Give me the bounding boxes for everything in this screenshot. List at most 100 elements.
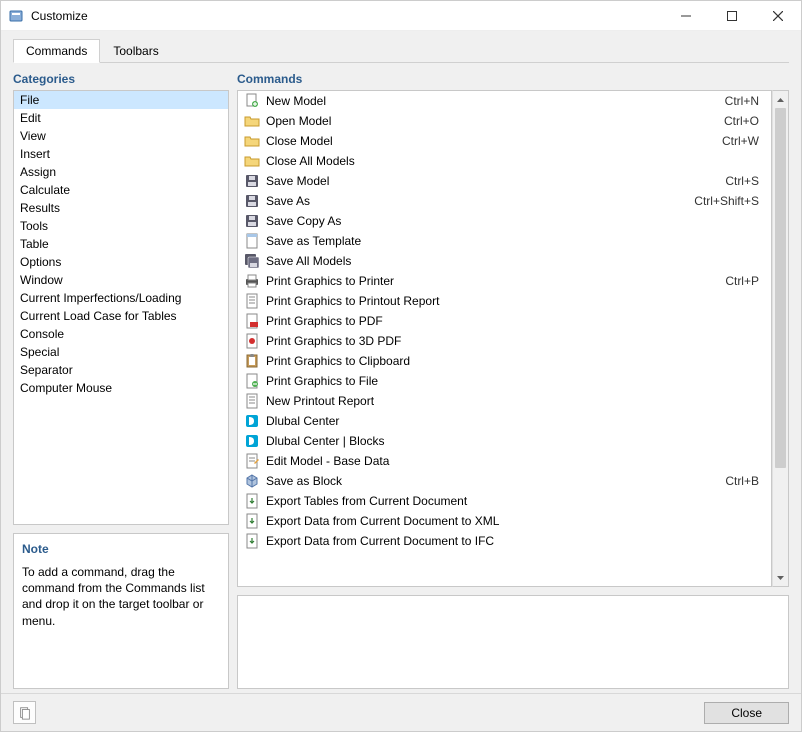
command-label: Print Graphics to File <box>266 374 763 388</box>
folder-open-icon <box>244 153 260 169</box>
categories-list[interactable]: FileEditViewInsertAssignCalculateResults… <box>13 90 229 525</box>
dlubal-icon <box>244 433 260 449</box>
command-label: Save As <box>266 194 688 208</box>
folder-open-icon <box>244 133 260 149</box>
command-label: Export Data from Current Document to XML <box>266 514 763 528</box>
right-column: Commands New ModelCtrl+NOpen ModelCtrl+O… <box>237 70 789 689</box>
commands-list[interactable]: New ModelCtrl+NOpen ModelCtrl+OClose Mod… <box>237 90 772 587</box>
category-item[interactable]: Table <box>14 235 228 253</box>
command-item[interactable]: Close ModelCtrl+W <box>238 131 769 151</box>
category-item[interactable]: Assign <box>14 163 228 181</box>
tab-strip: CommandsToolbars <box>1 31 801 63</box>
command-item[interactable]: Dlubal Center | Blocks <box>238 431 769 451</box>
command-item[interactable]: Export Data from Current Document to IFC <box>238 531 769 551</box>
command-item[interactable]: Save Copy As <box>238 211 769 231</box>
doc-edit-icon <box>244 453 260 469</box>
clipboard-icon <box>18 706 32 720</box>
disk-multi-icon <box>244 253 260 269</box>
command-item[interactable]: Open ModelCtrl+O <box>238 111 769 131</box>
category-item[interactable]: Calculate <box>14 181 228 199</box>
scroll-down-button[interactable] <box>773 569 788 586</box>
dialog-body: CommandsToolbars Categories FileEditView… <box>1 31 801 731</box>
command-item[interactable]: Print Graphics to Printer Ctrl+P <box>238 271 769 291</box>
command-item[interactable]: Print Graphics to 3D PDF <box>238 331 769 351</box>
category-item[interactable]: Results <box>14 199 228 217</box>
command-label: Save as Block <box>266 474 719 488</box>
command-item[interactable]: Save As Ctrl+Shift+S <box>238 191 769 211</box>
export-icon <box>244 513 260 529</box>
command-item[interactable]: Close All Models <box>238 151 769 171</box>
command-label: Print Graphics to 3D PDF <box>266 334 763 348</box>
command-shortcut: Ctrl+P <box>725 274 763 288</box>
command-label: Open Model <box>266 114 718 128</box>
commands-scrollbar[interactable] <box>772 90 789 587</box>
minimize-button[interactable] <box>663 1 709 31</box>
command-item[interactable]: New Printout Report <box>238 391 769 411</box>
category-item[interactable]: Console <box>14 325 228 343</box>
doc-pdf-icon <box>244 313 260 329</box>
tab-commands[interactable]: Commands <box>13 39 100 63</box>
command-label: Save Copy As <box>266 214 763 228</box>
category-item[interactable]: Current Load Case for Tables <box>14 307 228 325</box>
command-shortcut: Ctrl+B <box>725 474 763 488</box>
command-item[interactable]: Export Data from Current Document to XML <box>238 511 769 531</box>
command-item[interactable]: New ModelCtrl+N <box>238 91 769 111</box>
category-item[interactable]: View <box>14 127 228 145</box>
category-item[interactable]: Separator <box>14 361 228 379</box>
command-item[interactable]: Edit Model - Base Data <box>238 451 769 471</box>
category-item[interactable]: File <box>14 91 228 109</box>
customize-dialog: Customize CommandsToolbars Categories Fi… <box>0 0 802 732</box>
category-item[interactable]: Options <box>14 253 228 271</box>
command-label: Save All Models <box>266 254 763 268</box>
command-item[interactable]: Save ModelCtrl+S <box>238 171 769 191</box>
commands-header: Commands <box>237 70 789 90</box>
command-shortcut: Ctrl+W <box>722 134 763 148</box>
doc-3d-icon <box>244 333 260 349</box>
category-item[interactable]: Edit <box>14 109 228 127</box>
command-label: Save Model <box>266 174 719 188</box>
note-text: To add a command, drag the command from … <box>22 564 220 629</box>
command-item[interactable]: Print Graphics to PDF <box>238 311 769 331</box>
disk-icon <box>244 173 260 189</box>
window-title: Customize <box>31 9 663 23</box>
doc-file-icon <box>244 373 260 389</box>
command-item[interactable]: Print Graphics to Clipboard <box>238 351 769 371</box>
command-item[interactable]: Save All Models <box>238 251 769 271</box>
app-icon <box>9 8 25 24</box>
tab-toolbars[interactable]: Toolbars <box>100 39 171 63</box>
note-header: Note <box>22 542 220 558</box>
content-area: Categories FileEditViewInsertAssignCalcu… <box>1 64 801 693</box>
command-item[interactable]: Export Tables from Current Document <box>238 491 769 511</box>
category-item[interactable]: Tools <box>14 217 228 235</box>
command-item[interactable]: Print Graphics to Printout Report <box>238 291 769 311</box>
category-item[interactable]: Computer Mouse <box>14 379 228 397</box>
command-item[interactable]: Print Graphics to File <box>238 371 769 391</box>
command-item[interactable]: Save as Block Ctrl+B <box>238 471 769 491</box>
command-label: Print Graphics to PDF <box>266 314 763 328</box>
category-item[interactable]: Current Imperfections/Loading <box>14 289 228 307</box>
minimize-icon <box>681 11 691 21</box>
scroll-thumb[interactable] <box>775 108 786 468</box>
command-label: New Printout Report <box>266 394 763 408</box>
command-item[interactable]: Save as Template <box>238 231 769 251</box>
category-item[interactable]: Window <box>14 271 228 289</box>
maximize-button[interactable] <box>709 1 755 31</box>
category-item[interactable]: Special <box>14 343 228 361</box>
command-label: Print Graphics to Printer <box>266 274 719 288</box>
scroll-track[interactable] <box>773 108 788 569</box>
command-item[interactable]: Dlubal Center <box>238 411 769 431</box>
doc-report-icon <box>244 393 260 409</box>
close-window-button[interactable] <box>755 1 801 31</box>
commands-panel: Commands New ModelCtrl+NOpen ModelCtrl+O… <box>237 70 789 587</box>
disk-icon <box>244 213 260 229</box>
command-label: Dlubal Center | Blocks <box>266 434 763 448</box>
copy-icon-button[interactable] <box>13 701 36 724</box>
command-label: New Model <box>266 94 719 108</box>
close-button[interactable]: Close <box>704 702 789 724</box>
command-shortcut: Ctrl+Shift+S <box>694 194 763 208</box>
command-label: Export Tables from Current Document <box>266 494 763 508</box>
chevron-down-icon <box>777 576 784 580</box>
dlubal-icon <box>244 413 260 429</box>
scroll-up-button[interactable] <box>773 91 788 108</box>
category-item[interactable]: Insert <box>14 145 228 163</box>
